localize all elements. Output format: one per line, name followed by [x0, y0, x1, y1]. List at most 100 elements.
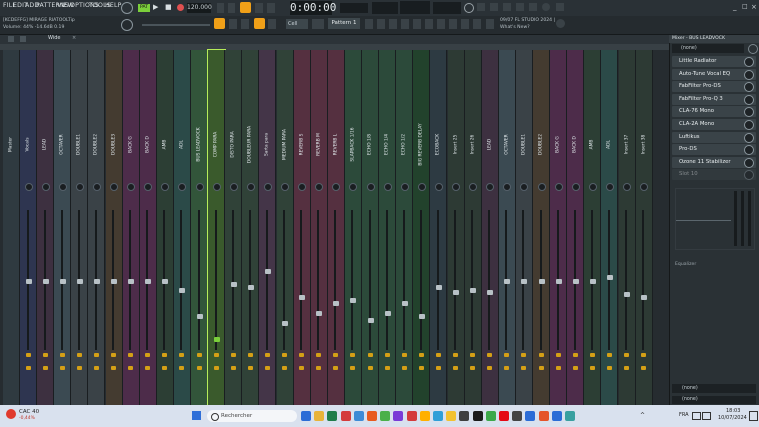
route-indicator[interactable]	[435, 353, 441, 357]
volume-icon[interactable]	[702, 412, 711, 420]
mixer-strip[interactable]: Insert 25	[447, 50, 465, 405]
slice-tool-icon[interactable]	[268, 19, 276, 29]
mixer-view-icon[interactable]	[413, 19, 421, 29]
mixer-strip[interactable]: AMB	[584, 50, 602, 405]
help-icon[interactable]	[486, 19, 494, 29]
pan-knob[interactable]	[571, 183, 580, 191]
volume-fader[interactable]	[435, 285, 442, 290]
volume-fader[interactable]	[25, 278, 32, 284]
mixer-strip-master[interactable]: Master	[3, 50, 20, 405]
mixer-strip[interactable]: BACK G	[550, 50, 568, 405]
pan-knob[interactable]	[554, 183, 563, 191]
snap-select[interactable]: Cell	[286, 19, 308, 29]
insert-mix-knob[interactable]	[744, 132, 754, 143]
route-indicator[interactable]	[111, 353, 117, 357]
volume-fader[interactable]	[538, 278, 545, 284]
insert-mix-knob[interactable]	[744, 107, 754, 118]
mixer-strip[interactable]: LEAD	[481, 50, 499, 405]
send-arrow-icon[interactable]	[316, 366, 322, 370]
tempo-display[interactable]: 120.000	[187, 3, 212, 13]
pan-knob[interactable]	[298, 183, 307, 191]
pan-knob[interactable]	[161, 183, 170, 191]
midi-icon[interactable]	[449, 19, 457, 29]
send-arrow-icon[interactable]	[418, 366, 424, 370]
clock-time[interactable]: 18:03	[726, 408, 740, 414]
insert-mix-knob[interactable]	[744, 170, 754, 181]
plugin-picker-icon[interactable]	[529, 3, 537, 11]
pan-knob[interactable]	[434, 183, 443, 191]
pattern-prev-icon[interactable]	[312, 19, 324, 29]
pan-knob[interactable]	[110, 183, 119, 191]
insert-slot[interactable]: Pro-DS	[672, 144, 756, 156]
insert-mix-knob[interactable]	[744, 94, 754, 105]
mixer-strip[interactable]: DOUBLE2	[533, 50, 551, 405]
eq-slider-1[interactable]	[734, 191, 737, 246]
cloud-icon[interactable]	[461, 19, 469, 29]
mixer-strip[interactable]: ECOBACK	[430, 50, 448, 405]
insert-preset-select[interactable]: (none)	[672, 44, 744, 53]
pan-knob[interactable]	[537, 183, 546, 191]
mixer-strip[interactable]: ADL	[601, 50, 619, 405]
pan-knob[interactable]	[263, 183, 272, 191]
route-indicator[interactable]	[641, 353, 647, 357]
insert-out-select[interactable]: (none)	[672, 384, 756, 393]
send-arrow-icon[interactable]	[555, 366, 561, 370]
channel-rack-icon[interactable]	[477, 3, 485, 11]
send-arrow-icon[interactable]	[401, 366, 407, 370]
volume-fader[interactable]	[487, 290, 494, 296]
pat-song-toggle[interactable]: PAT	[138, 4, 150, 12]
route-indicator[interactable]	[624, 353, 630, 357]
volume-fader[interactable]	[453, 290, 460, 296]
pan-knob[interactable]	[315, 183, 324, 191]
volume-fader[interactable]	[401, 300, 408, 306]
route-indicator[interactable]	[264, 353, 270, 357]
send-arrow-icon[interactable]	[521, 366, 527, 370]
route-indicator[interactable]	[59, 353, 65, 357]
plugin-db-icon[interactable]	[437, 19, 445, 29]
file-explorer-icon[interactable]	[314, 411, 325, 421]
insert-mix-knob[interactable]	[744, 157, 754, 168]
insert-mix-knob[interactable]	[744, 120, 754, 130]
send-arrow-icon[interactable]	[453, 366, 459, 370]
route-indicator[interactable]	[487, 353, 493, 357]
master-volume-knob[interactable]	[121, 2, 133, 14]
mail-icon[interactable]	[353, 411, 364, 421]
volume-fader[interactable]	[572, 278, 579, 284]
mixer-strip[interactable]: REVERB M	[310, 50, 328, 405]
route-indicator[interactable]	[367, 353, 373, 357]
menu-help[interactable]: HELP	[105, 2, 122, 9]
send-arrow-icon[interactable]	[213, 366, 219, 370]
mixer-strip[interactable]: REVERB L	[327, 50, 345, 405]
send-arrow-icon[interactable]	[333, 366, 339, 370]
route-indicator[interactable]	[247, 353, 253, 357]
insert-slot[interactable]: Auto-Tune Vocal EQ	[672, 68, 756, 80]
volume-fader[interactable]	[624, 291, 631, 297]
volume-fader[interactable]	[76, 278, 83, 284]
send-arrow-icon[interactable]	[111, 366, 117, 370]
snap-magnet-icon[interactable]	[214, 18, 225, 29]
volume-fader[interactable]	[42, 278, 49, 284]
send-arrow-icon[interactable]	[282, 366, 288, 370]
maximize-icon[interactable]: □	[742, 3, 750, 11]
volume-fader[interactable]	[555, 278, 562, 284]
stock-widget-label[interactable]: CAC 40	[19, 409, 39, 415]
pan-knob[interactable]	[246, 183, 255, 191]
volume-fader[interactable]	[282, 321, 289, 327]
insert-slot[interactable]: CLA-76 Mono	[672, 106, 756, 118]
mixer-strip[interactable]: BIG REVERB DELAY	[413, 50, 431, 405]
route-indicator[interactable]	[470, 353, 476, 357]
route-indicator[interactable]	[145, 353, 151, 357]
mixer-strip[interactable]: Insert 26	[464, 50, 482, 405]
volume-fader[interactable]	[333, 300, 340, 306]
insert-eq-graph[interactable]	[675, 188, 755, 250]
volume-fader[interactable]	[128, 278, 135, 284]
pan-knob[interactable]	[281, 183, 290, 191]
pan-knob[interactable]	[503, 183, 512, 191]
mixer-strip[interactable]: LEAD	[37, 50, 55, 405]
mixer-strip[interactable]: BACK G	[122, 50, 140, 405]
pan-knob[interactable]	[75, 183, 84, 191]
volume-fader[interactable]	[418, 313, 425, 319]
route-indicator[interactable]	[299, 353, 305, 357]
teams-icon[interactable]	[393, 411, 404, 421]
pan-knob[interactable]	[58, 183, 67, 191]
